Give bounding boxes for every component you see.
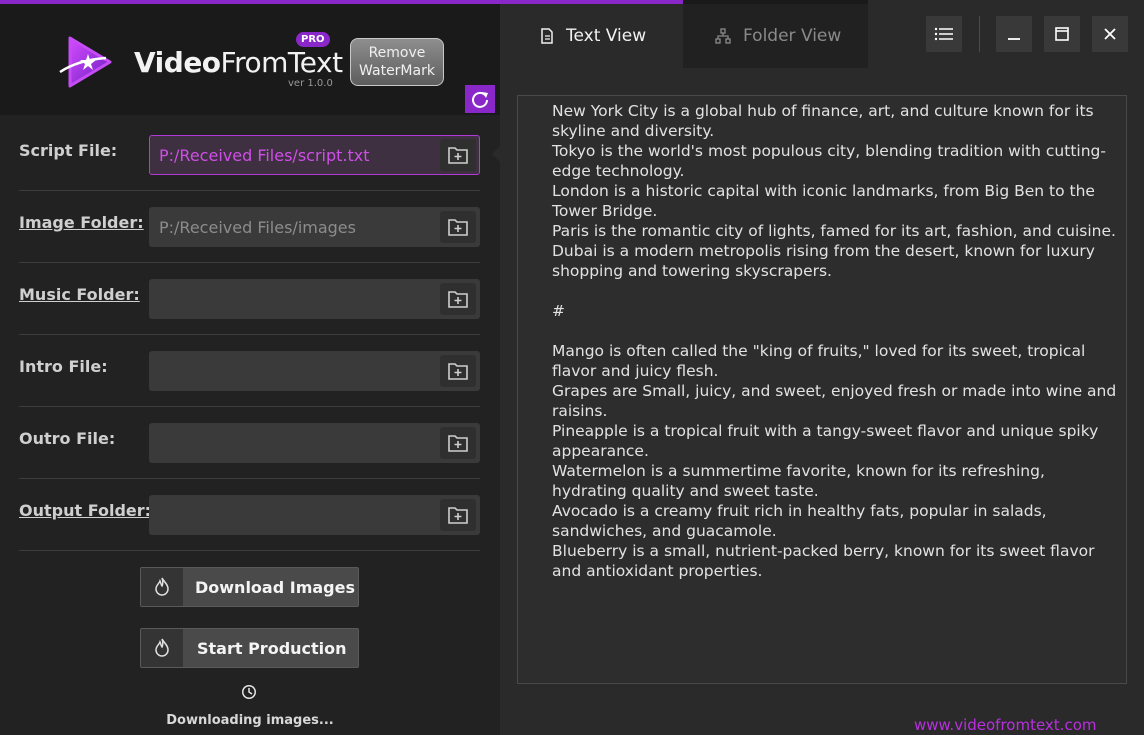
text-line: and antioxidant properties. <box>552 562 763 580</box>
list-menu-icon <box>934 27 953 41</box>
outro-file-input[interactable] <box>149 423 480 463</box>
text-line: Mango is often called the "king of fruit… <box>552 342 1086 360</box>
intro-file-browse-button[interactable] <box>440 355 476 387</box>
text-line: Paris is the romantic city of lights, fa… <box>552 222 1116 240</box>
close-button[interactable] <box>1092 16 1128 52</box>
text-line: Dubai is a modern metropolis rising from… <box>552 242 1095 260</box>
text-line: skyline and diversity. <box>552 122 715 140</box>
music-folder-input[interactable] <box>149 279 480 319</box>
intro-file-label: Intro File: <box>19 357 108 376</box>
script-file-input[interactable]: P:/Received Files/script.txt <box>149 135 480 175</box>
output-folder-input[interactable] <box>149 495 480 535</box>
download-images-button[interactable]: Download Images <box>140 567 359 607</box>
divider <box>19 550 480 551</box>
refresh-button[interactable] <box>465 85 495 113</box>
text-line: Avocado is a creamy fruit rich in health… <box>552 502 1047 520</box>
text-line: Tokyo is the world's most populous city,… <box>552 142 1106 160</box>
close-icon <box>1104 28 1116 40</box>
start-production-button[interactable]: Start Production <box>140 628 359 668</box>
menu-button[interactable] <box>926 16 962 52</box>
text-line: Blueberry is a small, nutrient-packed be… <box>552 542 1095 560</box>
pro-badge: PRO <box>296 32 330 47</box>
website-link[interactable]: www.videofromtext.com <box>914 716 1096 734</box>
document-icon <box>540 28 554 44</box>
app-brand: VideoFromText <box>134 46 343 79</box>
text-line: edge technology. <box>552 162 685 180</box>
active-row-pointer <box>492 146 500 162</box>
outro-file-label: Outro File: <box>19 429 116 448</box>
tab-text-view[interactable]: Text View <box>500 4 683 68</box>
status-text: Downloading images... <box>166 713 334 728</box>
intro-file-row: Intro File: <box>19 335 480 407</box>
minimize-button[interactable] <box>996 16 1032 52</box>
maximize-icon <box>1055 27 1069 41</box>
flame-icon <box>155 577 169 596</box>
script-file-browse-button[interactable] <box>440 139 476 171</box>
image-folder-label[interactable]: Image Folder: <box>19 213 144 232</box>
output-folder-label[interactable]: Output Folder: <box>19 501 151 520</box>
music-folder-label[interactable]: Music Folder: <box>19 285 140 304</box>
folder-add-icon <box>448 363 468 380</box>
text-line: London is a historic capital with iconic… <box>552 182 1095 200</box>
text-line: New York City is a global hub of finance… <box>552 102 1094 120</box>
script-file-row: Script File: P:/Received Files/script.tx… <box>19 119 480 191</box>
text-line: hydrating quality and sweet taste. <box>552 482 819 500</box>
text-line: raisins. <box>552 402 608 420</box>
minimize-icon <box>1008 38 1020 40</box>
maximize-button[interactable] <box>1044 16 1080 52</box>
clock-icon <box>242 685 256 699</box>
script-file-label: Script File: <box>19 141 118 160</box>
remove-watermark-button[interactable]: Remove WaterMark <box>350 38 444 86</box>
text-line: Grapes are Small, juicy, and sweet, enjo… <box>552 382 1117 400</box>
divider <box>979 16 980 52</box>
text-line: Pineapple is a tropical fruit with a tan… <box>552 422 1099 440</box>
folder-add-icon <box>448 435 468 452</box>
text-line: flavor and juicy flesh. <box>552 362 719 380</box>
image-folder-row: Image Folder: P:/Received Files/images <box>19 191 480 263</box>
script-text-area[interactable]: New York City is a global hub of finance… <box>517 95 1127 684</box>
outro-file-row: Outro File: <box>19 407 480 479</box>
music-folder-row: Music Folder: <box>19 263 480 335</box>
text-line: sandwiches, and guacamole. <box>552 522 777 540</box>
folder-add-icon <box>448 147 468 164</box>
intro-file-input[interactable] <box>149 351 480 391</box>
music-folder-browse-button[interactable] <box>440 283 476 315</box>
folder-tree-icon <box>715 28 731 44</box>
image-folder-input[interactable]: P:/Received Files/images <box>149 207 480 247</box>
logo-icon <box>59 36 112 88</box>
folder-add-icon <box>448 291 468 308</box>
folder-add-icon <box>448 507 468 524</box>
output-folder-row: Output Folder: <box>19 479 480 551</box>
tab-folder-view[interactable]: Folder View <box>683 4 868 68</box>
outro-file-browse-button[interactable] <box>440 427 476 459</box>
app-header: VideoFromText PRO ver 1.0.0 Remove Water… <box>0 4 500 115</box>
image-folder-browse-button[interactable] <box>440 211 476 243</box>
text-line: Tower Bridge. <box>552 202 658 220</box>
text-line: Watermelon is a summertime favorite, kno… <box>552 462 1045 480</box>
output-folder-browse-button[interactable] <box>440 499 476 531</box>
flame-icon <box>155 638 169 657</box>
text-line: shopping and towering skyscrapers. <box>552 262 832 280</box>
folder-add-icon <box>448 219 468 236</box>
app-version: ver 1.0.0 <box>288 78 333 89</box>
refresh-icon <box>472 91 488 108</box>
text-line: # <box>552 302 565 320</box>
text-line: appearance. <box>552 442 649 460</box>
